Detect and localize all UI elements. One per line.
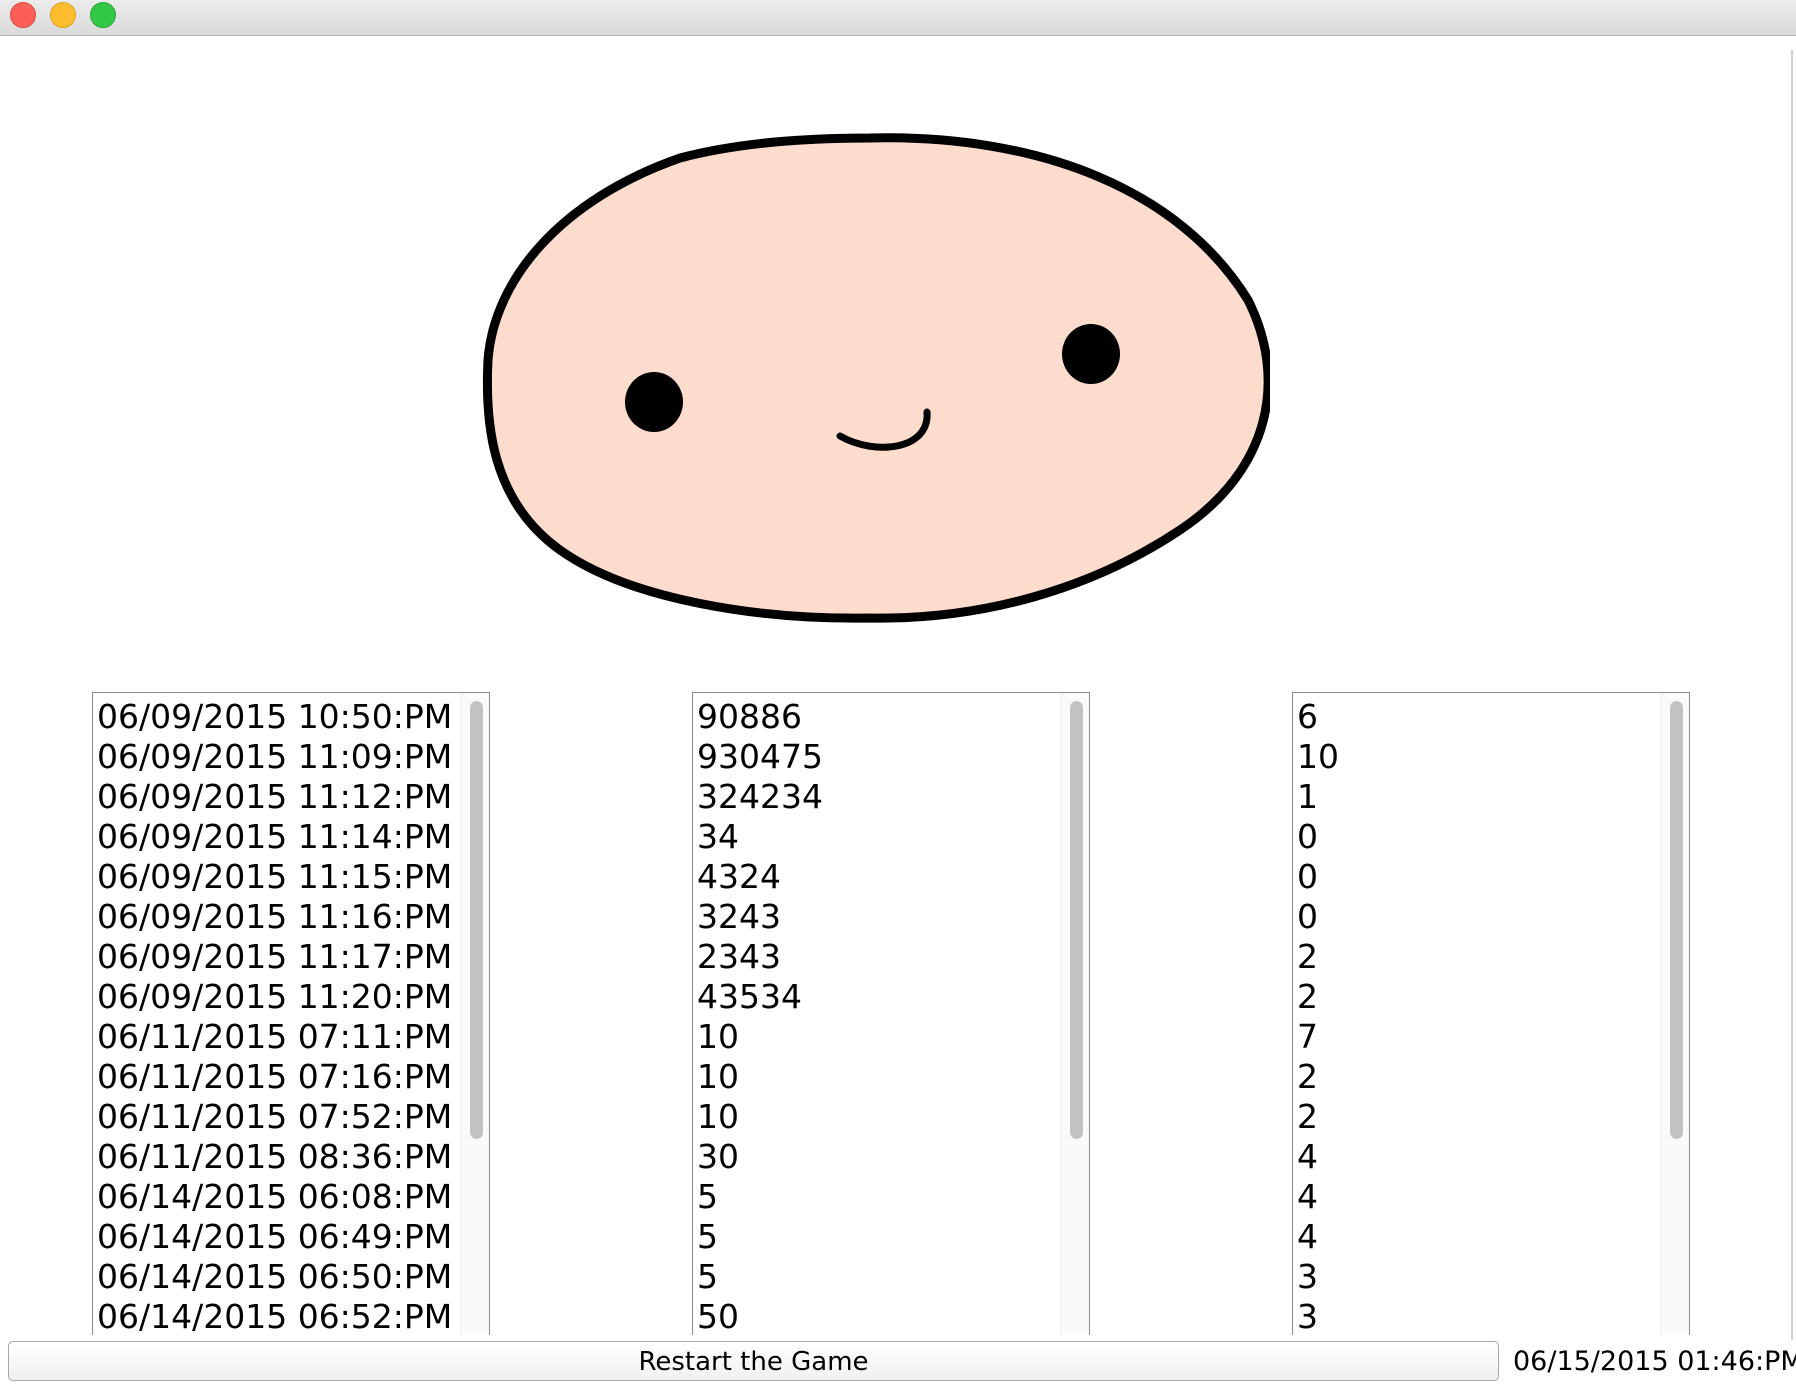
score-list-item[interactable]: 10 [693, 1017, 1053, 1057]
score-list-item[interactable]: 50 [693, 1297, 1053, 1335]
score-list-item[interactable]: 4324 [693, 857, 1053, 897]
score-list-items: 90886 930475 324234 34 4324 3243 2343 43534 10 10… [693, 697, 1053, 1335]
count-list-item[interactable]: 3 [1293, 1257, 1653, 1297]
date-list-item[interactable]: 06/09/2015 10:50:PM [93, 697, 453, 737]
date-list-item[interactable]: 06/14/2015 06:50:PM [93, 1257, 453, 1297]
title-bar [0, 0, 1796, 36]
count-list-item[interactable]: 4 [1293, 1137, 1653, 1177]
date-list-item[interactable]: 06/09/2015 11:12:PM [93, 777, 453, 817]
date-list-item[interactable]: 06/09/2015 11:17:PM [93, 937, 453, 977]
count-list-item[interactable]: 1 [1293, 777, 1653, 817]
score-list-item[interactable]: 5 [693, 1177, 1053, 1217]
score-list-item[interactable]: 324234 [693, 777, 1053, 817]
score-list-item[interactable]: 2343 [693, 937, 1053, 977]
minimize-window-button[interactable] [50, 2, 76, 28]
count-list-item[interactable]: 4 [1293, 1177, 1653, 1217]
date-list-item[interactable]: 06/09/2015 11:14:PM [93, 817, 453, 857]
count-list[interactable]: 6 10 1 0 0 0 2 2 7 2 2 4 4 4 3 3 [1292, 692, 1690, 1335]
score-list-item[interactable]: 930475 [693, 737, 1053, 777]
window-edge-divider [1791, 50, 1793, 1340]
app-window: 06/09/2015 10:50:PM 06/09/2015 11:09:PM 06… [0, 0, 1796, 1392]
count-list-item[interactable]: 2 [1293, 977, 1653, 1017]
count-list-item[interactable]: 0 [1293, 817, 1653, 857]
date-list-item[interactable]: 06/09/2015 11:15:PM [93, 857, 453, 897]
date-list-scroll-thumb[interactable] [470, 701, 483, 1139]
right-eye [1062, 324, 1120, 384]
count-list-items: 6 10 1 0 0 0 2 2 7 2 2 4 4 4 3 3 [1293, 697, 1653, 1335]
date-list-item[interactable]: 06/11/2015 07:16:PM [93, 1057, 453, 1097]
date-list-item[interactable]: 06/11/2015 07:52:PM [93, 1097, 453, 1137]
count-list-scrollbar[interactable] [1660, 693, 1689, 1335]
count-list-item[interactable]: 2 [1293, 937, 1653, 977]
date-list[interactable]: 06/09/2015 10:50:PM 06/09/2015 11:09:PM 06… [92, 692, 490, 1335]
count-list-item[interactable]: 10 [1293, 737, 1653, 777]
face-outline [482, 133, 1273, 623]
score-list[interactable]: 90886 930475 324234 34 4324 3243 2343 43534 10 10… [692, 692, 1090, 1335]
zoom-window-button[interactable] [90, 2, 116, 28]
date-list-item[interactable]: 06/09/2015 11:09:PM [93, 737, 453, 777]
score-list-item[interactable]: 90886 [693, 697, 1053, 737]
count-list-item[interactable]: 0 [1293, 857, 1653, 897]
date-list-item[interactable]: 06/09/2015 11:20:PM [93, 977, 453, 1017]
close-window-button[interactable] [10, 2, 36, 28]
score-list-item[interactable]: 30 [693, 1137, 1053, 1177]
count-list-item[interactable]: 2 [1293, 1057, 1653, 1097]
current-datetime-label: 06/15/2015 01:46:PM [1513, 1346, 1796, 1377]
score-list-item[interactable]: 5 [693, 1217, 1053, 1257]
score-list-item[interactable]: 10 [693, 1097, 1053, 1137]
restart-game-button[interactable]: Restart the Game [8, 1341, 1499, 1381]
count-list-item[interactable]: 0 [1293, 897, 1653, 937]
score-list-scrollbar[interactable] [1060, 693, 1089, 1335]
date-list-items: 06/09/2015 10:50:PM 06/09/2015 11:09:PM 06… [93, 697, 453, 1335]
date-list-scrollbar[interactable] [460, 693, 489, 1335]
date-list-item[interactable]: 06/11/2015 07:11:PM [93, 1017, 453, 1057]
score-list-scroll-thumb[interactable] [1070, 701, 1083, 1139]
score-list-item[interactable]: 5 [693, 1257, 1053, 1297]
date-list-item[interactable]: 06/14/2015 06:49:PM [93, 1217, 453, 1257]
date-list-item[interactable]: 06/14/2015 06:08:PM [93, 1177, 453, 1217]
date-list-item[interactable]: 06/11/2015 08:36:PM [93, 1137, 453, 1177]
score-list-item[interactable]: 34 [693, 817, 1053, 857]
count-list-item[interactable]: 7 [1293, 1017, 1653, 1057]
count-list-item[interactable]: 4 [1293, 1217, 1653, 1257]
score-list-item[interactable]: 10 [693, 1057, 1053, 1097]
date-list-item[interactable]: 06/09/2015 11:16:PM [93, 897, 453, 937]
score-list-item[interactable]: 3243 [693, 897, 1053, 937]
count-list-item[interactable]: 6 [1293, 697, 1653, 737]
left-eye [625, 372, 683, 432]
count-list-item[interactable]: 2 [1293, 1097, 1653, 1137]
count-list-scroll-thumb[interactable] [1670, 701, 1683, 1139]
date-list-item[interactable]: 06/14/2015 06:52:PM [93, 1297, 453, 1335]
score-list-item[interactable]: 43534 [693, 977, 1053, 1017]
count-list-item[interactable]: 3 [1293, 1297, 1653, 1335]
cartoon-face-image [480, 130, 1273, 630]
